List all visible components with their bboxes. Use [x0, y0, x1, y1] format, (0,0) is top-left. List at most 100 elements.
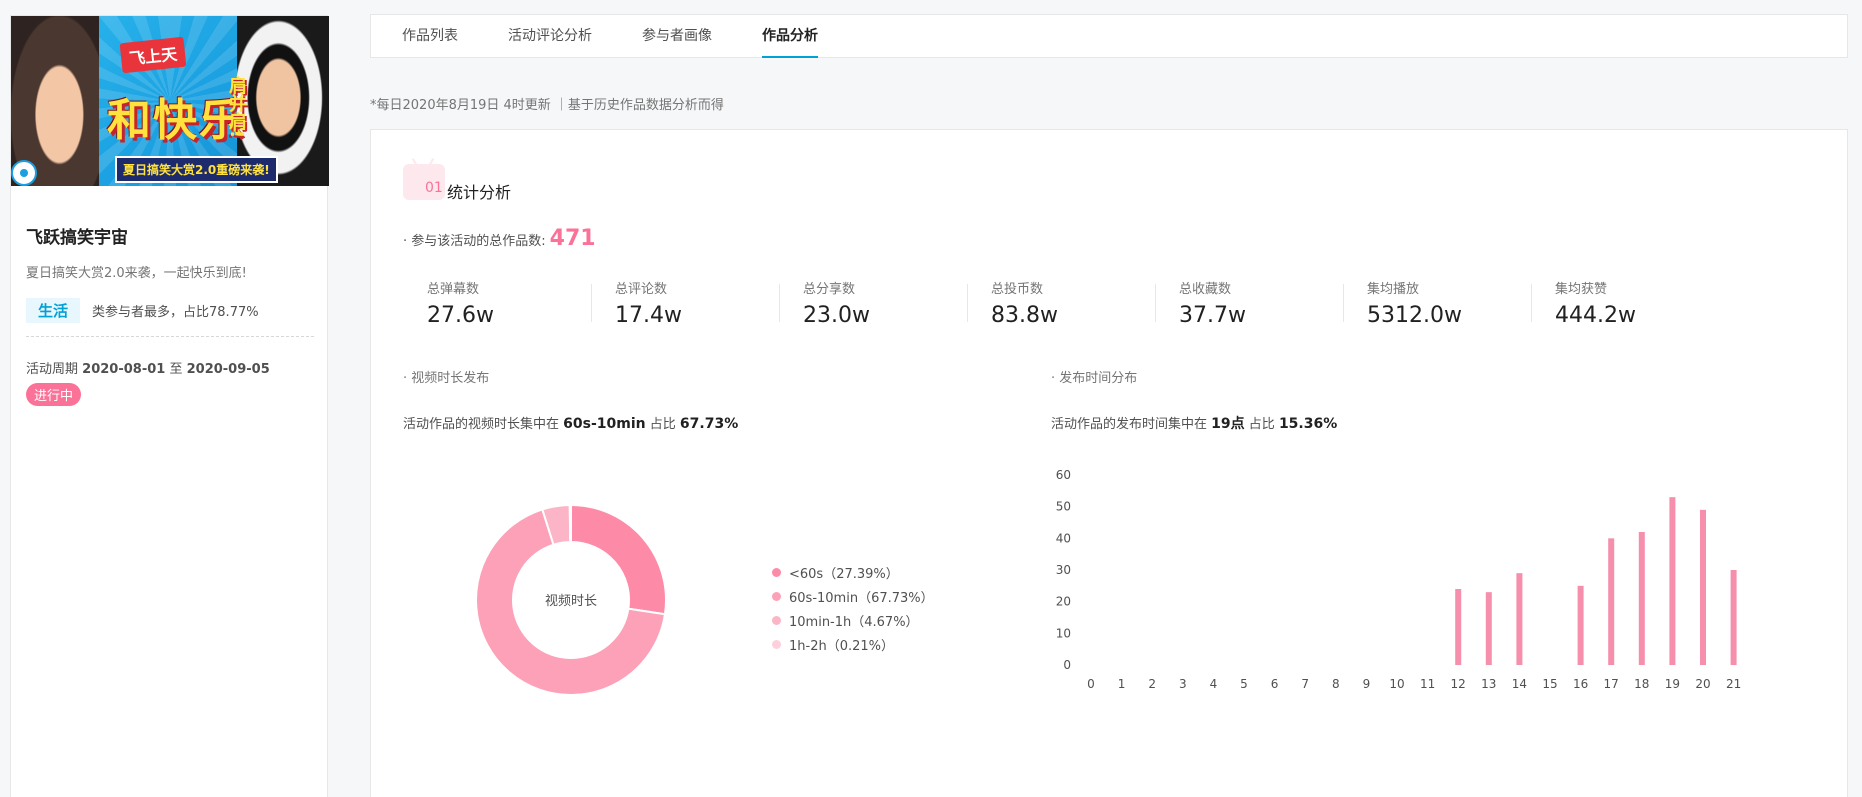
banner-side-text: 肩并肩! — [226, 76, 247, 139]
bar[interactable] — [1485, 592, 1492, 665]
legend-item[interactable]: 60s-10min（67.73%） — [772, 584, 934, 608]
duration-donut-chart[interactable]: 视频时长 — [471, 500, 671, 700]
x-tick-label: 2 — [1148, 677, 1156, 691]
stat-label: 总分享数 — [803, 282, 856, 297]
banner-tag-bottom: 夏日搞笑大赏2.0重磅来袭! — [115, 156, 278, 183]
stat-value: 23.0w — [803, 303, 870, 328]
x-tick-label: 10 — [1389, 677, 1404, 691]
x-tick-label: 21 — [1726, 677, 1741, 691]
section-title: 统计分析 — [447, 183, 512, 202]
stat-value: 83.8w — [991, 303, 1058, 328]
tab-works-list[interactable]: 作品列表 — [402, 14, 458, 58]
x-tick-label: 14 — [1512, 677, 1527, 691]
stats-row: 总弹幕数 27.6w 总评论数 17.4w 总分享数 23.0w 总投币数 83… — [403, 278, 1719, 328]
y-tick-label: 50 — [1056, 500, 1071, 514]
duration-legend: <60s（27.39%） 60s-10min（67.73%） 10min-1h（… — [772, 560, 934, 656]
publish-summary-value: 19点 — [1211, 416, 1245, 432]
legend-dot — [772, 639, 781, 649]
x-tick-label: 5 — [1240, 677, 1248, 691]
x-tick-label: 9 — [1363, 677, 1371, 691]
activity-sidebar: 飞上天 和快乐 肩并肩! 夏日搞笑大赏2.0重磅来袭! 飞跃搞笑宇宙 夏日搞笑大… — [10, 15, 329, 797]
activity-description: 夏日搞笑大赏2.0来袭，一起快乐到底! — [26, 266, 247, 281]
donut-slice[interactable] — [568, 503, 572, 544]
legend-item[interactable]: 1h-2h（0.21%） — [772, 632, 934, 656]
bar[interactable] — [1608, 538, 1615, 665]
publish-summary-mid: 占比 — [1248, 417, 1275, 432]
x-tick-label: 4 — [1210, 677, 1218, 691]
activity-name: 飞跃搞笑宇宙 — [26, 228, 128, 248]
x-tick-label: 12 — [1451, 677, 1466, 691]
stat-comments: 总评论数 17.4w — [591, 278, 779, 328]
period-end: 2020-09-05 — [186, 362, 270, 377]
x-tick-label: 3 — [1179, 677, 1187, 691]
duration-summary-pct: 67.73% — [679, 416, 739, 432]
stat-value: 444.2w — [1555, 303, 1636, 328]
stats-card: 01 统计分析 · 参与该活动的总作品数: 471 总弹幕数 27.6w 总评论… — [370, 129, 1848, 797]
y-tick-label: 10 — [1056, 626, 1071, 640]
stat-danmaku: 总弹幕数 27.6w — [403, 278, 591, 328]
x-tick-label: 19 — [1665, 677, 1680, 691]
publish-summary: 活动作品的发布时间集中在 19点 占比 15.36% — [1051, 413, 1337, 433]
category-share-text: 类参与者最多，占比78.77% — [92, 305, 259, 320]
legend-label: 10min-1h（4.67%） — [789, 614, 919, 630]
legend-item[interactable]: <60s（27.39%） — [772, 560, 934, 584]
activity-banner-image[interactable]: 飞上天 和快乐 肩并肩! 夏日搞笑大赏2.0重磅来袭! — [11, 16, 329, 186]
duration-summary-prefix: 活动作品的视频时长集中在 — [403, 417, 560, 432]
period-label: 活动周期 — [26, 362, 79, 377]
duration-summary-mid: 占比 — [649, 417, 676, 432]
update-note: *每日2020年8月19日 4时更新 ｜基于历史作品数据分析而得 — [370, 98, 724, 113]
duration-heading: · 视频时长发布 — [403, 371, 490, 386]
activity-period: 活动周期 2020-08-01 至 2020-09-05 — [26, 358, 270, 377]
stat-label: 总评论数 — [615, 282, 668, 297]
tab-works-analysis[interactable]: 作品分析 — [762, 14, 818, 58]
bar[interactable] — [1577, 585, 1584, 665]
publish-time-bar-chart[interactable]: 01020304050600 1 2 3 4 5 6 7 8 9 10 11 12 13 14 15 16 17 1… — [1051, 460, 1751, 700]
stat-shares: 总分享数 23.0w — [779, 278, 967, 328]
tab-participant-profile[interactable]: 参与者画像 — [642, 14, 712, 58]
bar[interactable] — [1669, 497, 1676, 665]
x-tick-label: 7 — [1301, 677, 1309, 691]
status-badge: 进行中 — [26, 383, 82, 406]
sidebar-divider — [26, 336, 314, 337]
total-works-value: 471 — [549, 226, 596, 251]
analysis-tabs: 作品列表 活动评论分析 参与者画像 作品分析 — [370, 14, 1848, 58]
x-tick-label: 15 — [1542, 677, 1557, 691]
bar[interactable] — [1700, 509, 1706, 665]
bar[interactable] — [1730, 570, 1737, 665]
stat-label: 集均播放 — [1367, 282, 1420, 297]
legend-label: 60s-10min（67.73%） — [789, 590, 934, 606]
stat-value: 5312.0w — [1367, 303, 1462, 328]
y-tick-label: 20 — [1056, 595, 1071, 609]
x-tick-label: 20 — [1695, 677, 1710, 691]
total-works-label: · 参与该活动的总作品数: — [403, 234, 546, 249]
x-tick-label: 17 — [1604, 677, 1619, 691]
publish-heading: · 发布时间分布 — [1051, 371, 1138, 386]
top-category-row: 生活 类参与者最多，占比78.77% — [26, 298, 259, 323]
x-tick-label: 1 — [1118, 677, 1126, 691]
bar[interactable] — [1638, 532, 1645, 665]
duration-summary-value: 60s-10min — [563, 416, 646, 432]
legend-item[interactable]: 10min-1h（4.67%） — [772, 608, 934, 632]
legend-dot — [772, 591, 781, 601]
y-tick-label: 30 — [1056, 563, 1071, 577]
bar[interactable] — [1516, 573, 1523, 665]
x-tick-label: 8 — [1332, 677, 1340, 691]
stat-value: 17.4w — [615, 303, 682, 328]
camera-icon — [11, 160, 37, 186]
period-separator: 至 — [169, 362, 183, 377]
y-tick-label: 40 — [1056, 531, 1071, 545]
section-number: 01 — [425, 180, 443, 196]
legend-dot — [772, 567, 781, 577]
stat-avg-plays: 集均播放 5312.0w — [1343, 278, 1531, 328]
bar[interactable] — [1455, 589, 1462, 665]
stat-label: 总收藏数 — [1179, 282, 1232, 297]
tab-comment-analysis[interactable]: 活动评论分析 — [508, 14, 592, 58]
publish-summary-prefix: 活动作品的发布时间集中在 — [1051, 417, 1208, 432]
legend-dot — [772, 615, 781, 625]
x-tick-label: 11 — [1420, 677, 1435, 691]
legend-label: <60s（27.39%） — [789, 566, 899, 582]
stat-label: 总弹幕数 — [427, 282, 480, 297]
period-start: 2020-08-01 — [82, 362, 166, 377]
y-tick-label: 0 — [1063, 658, 1071, 672]
x-tick-label: 0 — [1087, 677, 1095, 691]
